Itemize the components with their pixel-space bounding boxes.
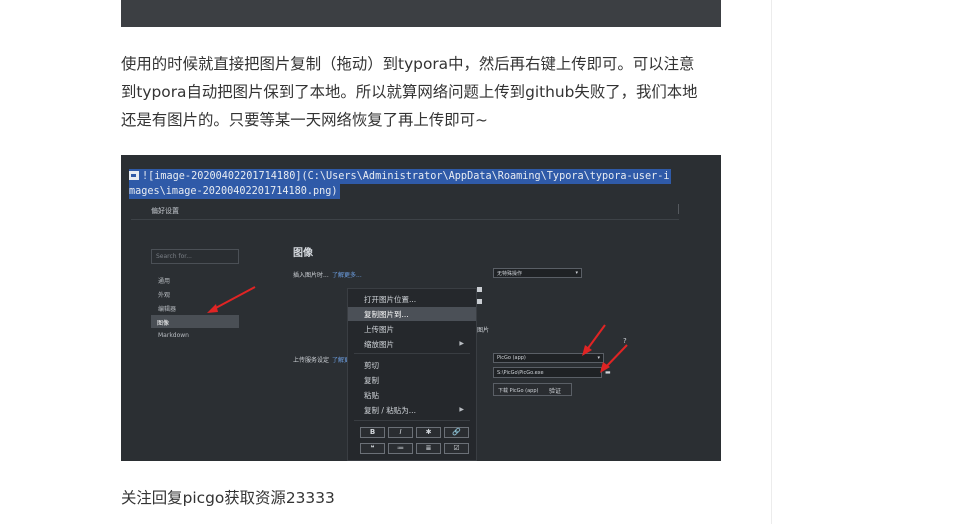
paragraph-line: 还是有图片的。只要等某一天网络恢复了再上传即可~ xyxy=(121,111,488,129)
content-divider xyxy=(771,0,772,524)
article-paragraph: 使用的时候就直接把图片复制（拖动）到typora中，然后再右键上传即可。可以注意… xyxy=(121,50,721,134)
red-arrow-select xyxy=(582,324,606,356)
red-arrow-path xyxy=(600,344,628,373)
paragraph-line: 到typora自动把图片保到了本地。所以就算网络问题上传到github失败了，我… xyxy=(121,83,698,101)
red-arrow-sidebar xyxy=(207,286,256,313)
annotation-arrows xyxy=(207,286,628,373)
footer-text: 关注回复picgo获取资源23333 xyxy=(121,489,335,507)
typora-screenshot: ![image-20200402201714180](C:\Users\Admi… xyxy=(121,155,721,461)
previous-image-bottom xyxy=(121,0,721,27)
paragraph-line: 使用的时候就直接把图片复制（拖动）到typora中，然后再右键上传即可。可以注意 xyxy=(121,55,695,73)
